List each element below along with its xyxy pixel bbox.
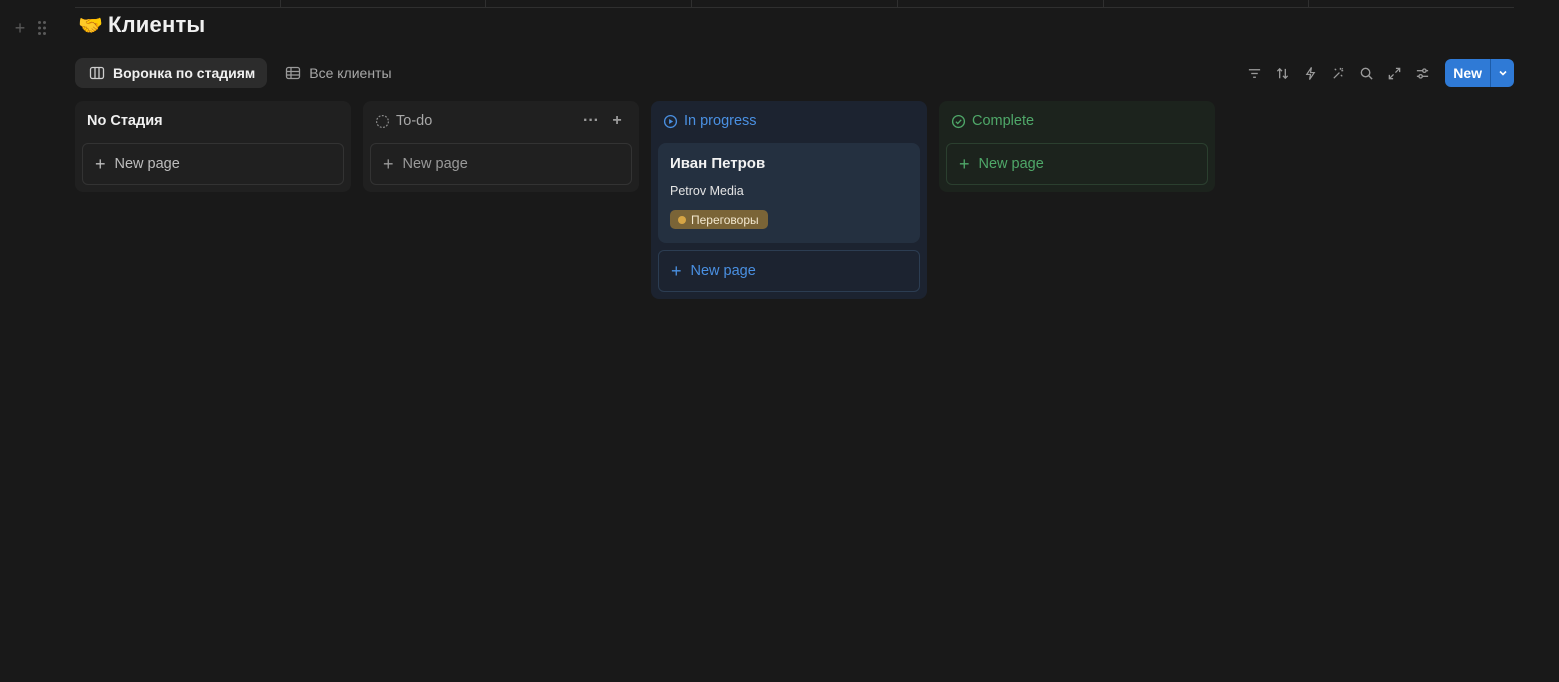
more-options-icon[interactable]: ··· bbox=[581, 112, 601, 130]
column-no-stage: No Стадия + New page bbox=[75, 101, 351, 192]
new-page-button[interactable]: + New page bbox=[370, 143, 632, 185]
new-page-label: New page bbox=[402, 156, 468, 172]
filter-button[interactable] bbox=[1243, 59, 1265, 87]
kanban-board: No Стадия + New page To-do ··· + + New p… bbox=[75, 101, 1215, 299]
tab-table-view[interactable]: Все клиенты bbox=[271, 58, 403, 88]
expand-icon bbox=[1388, 67, 1401, 79]
column-title: No Стадия bbox=[87, 113, 163, 129]
page-title-text[interactable]: Клиенты bbox=[108, 12, 205, 38]
column-title: Complete bbox=[972, 113, 1035, 129]
expand-button[interactable] bbox=[1383, 59, 1405, 87]
sparkle-icon bbox=[1333, 67, 1343, 79]
plus-icon: + bbox=[671, 261, 682, 281]
column-header[interactable]: In progress bbox=[658, 109, 920, 133]
sort-button[interactable] bbox=[1271, 59, 1293, 87]
new-page-button[interactable]: + New page bbox=[946, 143, 1208, 185]
tag-dot-icon bbox=[678, 215, 686, 224]
block-gutter: + bbox=[12, 18, 50, 38]
new-page-label: New page bbox=[690, 263, 756, 279]
column-header[interactable]: No Стадия bbox=[82, 109, 344, 133]
top-table-strip bbox=[75, 0, 1514, 8]
settings-button[interactable] bbox=[1411, 59, 1433, 87]
search-icon bbox=[1360, 67, 1373, 80]
add-icon[interactable]: + bbox=[607, 112, 627, 130]
table-icon bbox=[286, 66, 301, 80]
column-title: In progress bbox=[684, 113, 757, 129]
tab-board-label: Воронка по стадиям bbox=[113, 65, 256, 81]
tab-table-label: Все клиенты bbox=[309, 65, 392, 81]
new-dropdown-button[interactable] bbox=[1490, 59, 1514, 87]
new-button-group: New bbox=[1445, 59, 1514, 87]
sort-icon bbox=[1276, 67, 1288, 79]
board-icon bbox=[89, 66, 105, 80]
in-progress-icon bbox=[663, 114, 678, 128]
filter-icon bbox=[1248, 68, 1260, 78]
page-title[interactable]: 🤝 Клиенты bbox=[78, 12, 205, 38]
database-toolbar: New bbox=[1243, 59, 1514, 87]
stage-tag-label: Переговоры bbox=[691, 212, 759, 227]
column-header[interactable]: Complete bbox=[946, 109, 1208, 133]
new-button[interactable]: New bbox=[1445, 59, 1490, 87]
sliders-icon bbox=[1416, 67, 1428, 79]
lightning-icon bbox=[1305, 66, 1316, 80]
todo-status-icon bbox=[375, 114, 390, 128]
client-card[interactable]: Иван Петров Petrov Media Переговоры bbox=[658, 143, 920, 243]
plus-icon: + bbox=[383, 154, 394, 174]
new-page-label: New page bbox=[114, 156, 180, 172]
drag-handle-icon[interactable] bbox=[34, 18, 50, 38]
column-title: To-do bbox=[396, 113, 433, 129]
column-todo: To-do ··· + + New page bbox=[363, 101, 639, 192]
plus-icon: + bbox=[959, 154, 970, 174]
plus-icon: + bbox=[95, 154, 106, 174]
tab-board-view[interactable]: Воронка по стадиям bbox=[75, 58, 268, 88]
new-page-button[interactable]: + New page bbox=[658, 250, 920, 292]
column-header[interactable]: To-do ··· + bbox=[370, 109, 632, 133]
ai-autofill-button[interactable] bbox=[1327, 59, 1349, 87]
column-in-progress: In progress Иван Петров Petrov Media Пер… bbox=[651, 101, 927, 299]
chevron-down-icon bbox=[1498, 70, 1507, 76]
card-title: Иван Петров bbox=[670, 155, 766, 172]
view-tabs: Воронка по стадиям Все клиенты bbox=[75, 58, 404, 88]
stage-tag: Переговоры bbox=[670, 210, 768, 229]
add-block-icon[interactable]: + bbox=[12, 18, 28, 38]
search-button[interactable] bbox=[1355, 59, 1377, 87]
page-emoji-icon[interactable]: 🤝 bbox=[78, 13, 104, 38]
card-company: Petrov Media bbox=[670, 184, 744, 198]
new-page-label: New page bbox=[978, 156, 1044, 172]
automation-button[interactable] bbox=[1299, 59, 1321, 87]
column-complete: Complete + New page bbox=[939, 101, 1215, 192]
new-page-button[interactable]: + New page bbox=[82, 143, 344, 185]
check-circle-icon bbox=[951, 114, 966, 128]
